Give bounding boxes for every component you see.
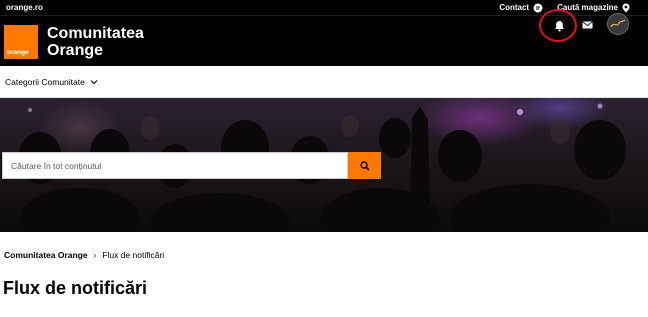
orange-logo[interactable]: orange bbox=[4, 25, 38, 59]
search-icon bbox=[359, 160, 370, 171]
logo-text: orange bbox=[7, 48, 29, 56]
location-pin-icon bbox=[622, 3, 630, 12]
orange-site-link[interactable]: orange.ro bbox=[6, 3, 43, 12]
search-input[interactable] bbox=[2, 152, 348, 179]
title-line-1: Comunitatea bbox=[47, 25, 144, 42]
bell-icon bbox=[554, 21, 564, 32]
page-title: Flux de notificări bbox=[3, 278, 148, 298]
breadcrumb-home-link[interactable]: Comunitatea Orange bbox=[4, 250, 88, 260]
messages-button[interactable] bbox=[579, 18, 595, 32]
user-avatar[interactable] bbox=[607, 13, 629, 35]
contact-link[interactable]: Contact bbox=[499, 3, 543, 13]
mail-icon bbox=[581, 21, 593, 29]
breadcrumb-separator-icon: › bbox=[93, 250, 97, 260]
search-button[interactable] bbox=[348, 152, 381, 179]
breadcrumb: Comunitatea Orange › Flux de notificări bbox=[4, 250, 164, 260]
avatar-image bbox=[610, 19, 626, 28]
title-line-2: Orange bbox=[47, 42, 104, 59]
breadcrumb-current: Flux de notificări bbox=[102, 250, 165, 260]
community-title[interactable]: Comunitatea Orange bbox=[47, 25, 144, 59]
categories-label: Categorii Comunitate bbox=[5, 76, 85, 87]
category-nav[interactable]: Categorii Comunitate bbox=[0, 66, 648, 98]
contact-label: Contact bbox=[499, 3, 530, 12]
notifications-button[interactable] bbox=[542, 11, 576, 41]
chevron-down-icon bbox=[90, 79, 98, 84]
